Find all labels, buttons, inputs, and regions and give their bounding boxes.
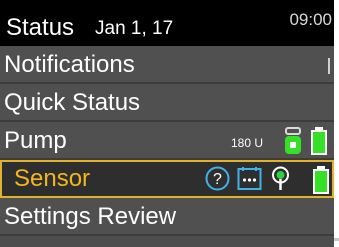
menu-item-notifications[interactable]: Notifications — [0, 46, 334, 84]
sensor-antenna-icon — [272, 166, 289, 190]
sensor-battery-icon — [313, 166, 329, 194]
calibration-dots-icon — [237, 167, 262, 190]
reservoir-icon — [285, 127, 301, 154]
svg-text:?: ? — [213, 171, 222, 188]
question-mark-icon: ? — [205, 166, 230, 191]
menu-item-sensor[interactable]: Sensor ? — [0, 160, 334, 198]
screen-title: Status — [6, 14, 75, 41]
menu-item-label: Notifications — [4, 51, 135, 78]
pump-screen: Status Jan 1, 17 09:00 Notifications Qui… — [0, 0, 334, 247]
menu-item-label: Sensor — [14, 165, 91, 192]
status-bar[interactable]: Status Jan 1, 17 09:00 — [0, 0, 334, 46]
menu-item-label: Settings Review — [4, 203, 177, 230]
scrollbar[interactable] — [328, 58, 330, 74]
screen-edge-marker — [334, 238, 339, 241]
status-time: 09:00 — [289, 10, 332, 29]
status-menu: Notifications Quick Status Pump 180 U Se… — [0, 46, 334, 236]
status-date: Jan 1, 17 — [95, 18, 174, 39]
pump-battery-icon — [311, 127, 327, 155]
menu-item-settings-review[interactable]: Settings Review — [0, 198, 334, 236]
menu-item-label: Pump — [4, 127, 67, 154]
menu-item-pump[interactable]: Pump 180 U — [0, 122, 334, 160]
reservoir-amount: 180 U — [231, 136, 264, 150]
menu-item-quick-status[interactable]: Quick Status — [0, 84, 334, 122]
menu-item-label: Quick Status — [4, 89, 141, 116]
